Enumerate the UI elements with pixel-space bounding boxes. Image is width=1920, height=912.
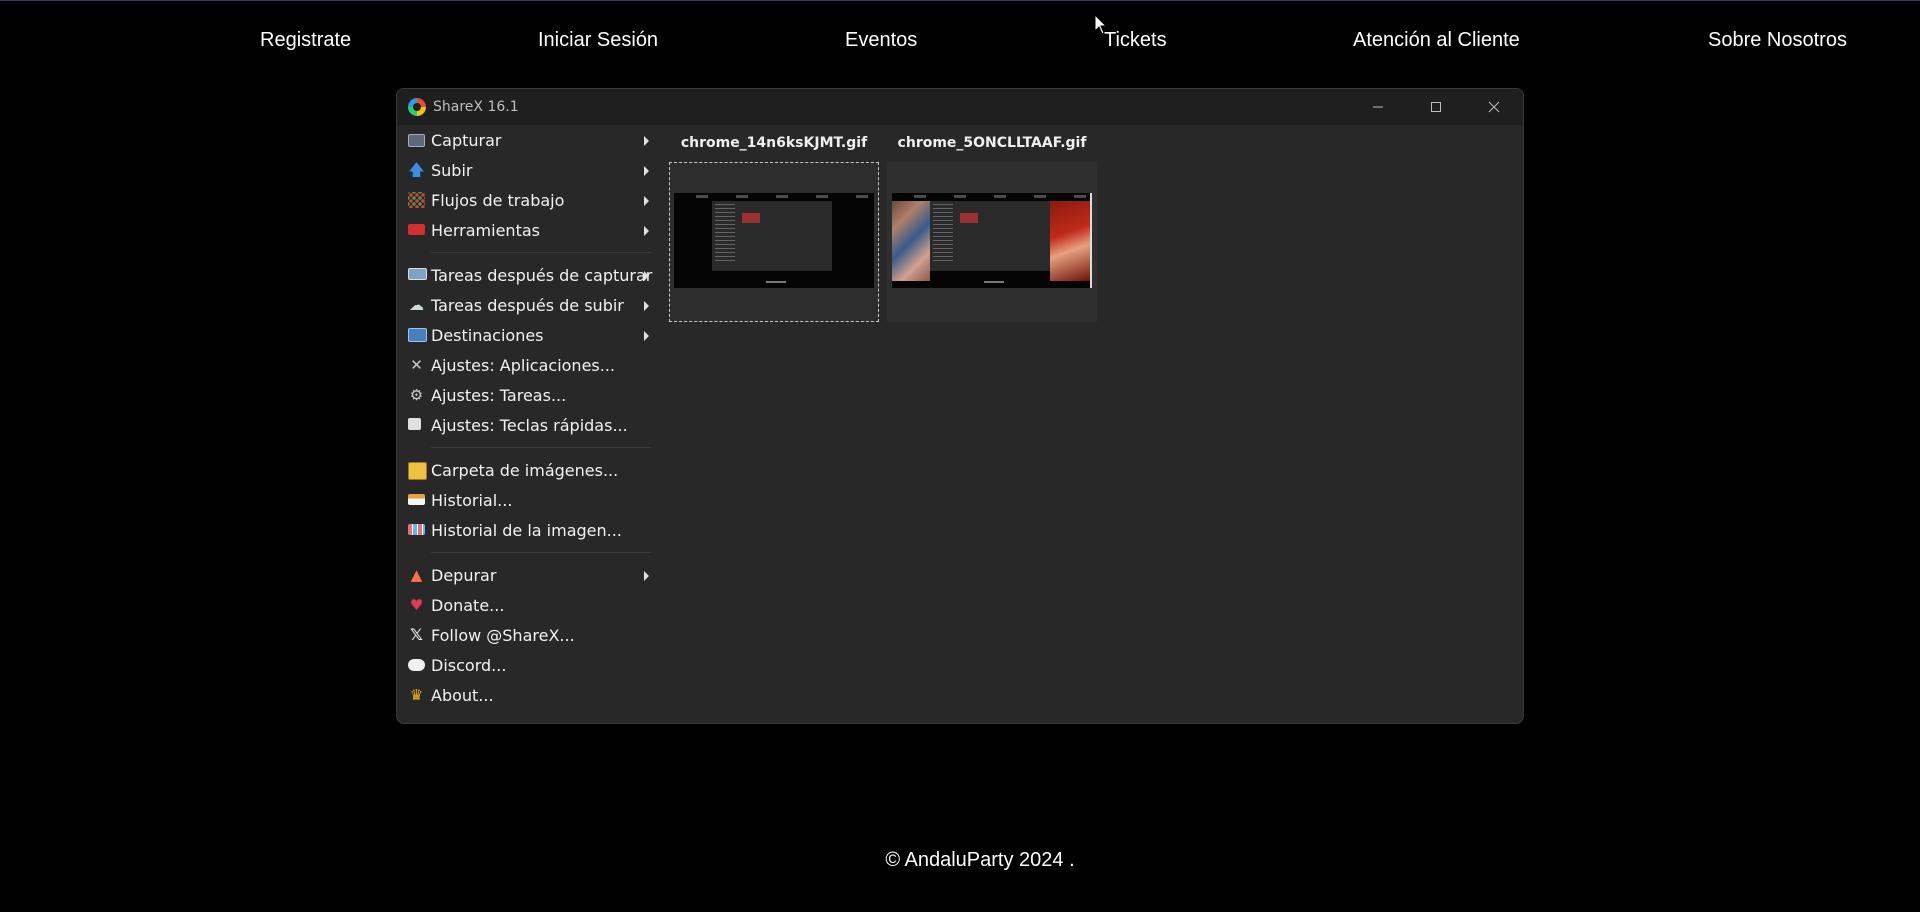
menu-label: Tareas después de subir (431, 296, 624, 315)
menu-item-follow[interactable]: 𝕏 Follow @ShareX... (397, 620, 659, 650)
maximize-button[interactable] (1407, 89, 1465, 125)
minimize-icon (1373, 106, 1383, 108)
menu-item-discord[interactable]: Discord... (397, 650, 659, 680)
image-history-icon (408, 524, 425, 535)
sharex-logo-icon (408, 98, 426, 116)
menu-item-subir[interactable]: 🡅 Subir (397, 155, 659, 185)
menu-item-ajustes-teclas[interactable]: Ajustes: Teclas rápidas... (397, 410, 659, 440)
submenu-arrow-icon (644, 301, 649, 311)
sharex-window: ShareX 16.1 Capturar 🡅 Subir Flujos de t… (396, 88, 1524, 724)
footer-copyright: © AndaluParty 2024 . (885, 849, 1075, 871)
after-capture-icon (408, 268, 427, 280)
destinations-icon (408, 328, 427, 342)
thumbnail-preview-image (892, 193, 1092, 288)
submenu-arrow-icon (644, 136, 649, 146)
menu-label: Historial... (431, 491, 513, 510)
menu-label: Carpeta de imágenes... (431, 461, 619, 480)
nav-link-eventos[interactable]: Eventos (845, 29, 917, 52)
menu-item-historial-imagen[interactable]: Historial de la imagen... (397, 515, 659, 545)
main-menu: Capturar 🡅 Subir Flujos de trabajo Herra… (397, 125, 659, 710)
menu-label: Depurar (431, 566, 497, 585)
menu-label: Ajustes: Tareas... (431, 386, 567, 405)
menu-label: Ajustes: Aplicaciones... (431, 356, 615, 375)
toolbox-icon (408, 224, 425, 235)
thumbnail-filename: chrome_5ONCLLTAAF.gif (897, 135, 1087, 151)
maximize-icon (1431, 102, 1441, 112)
menu-separator (397, 245, 659, 260)
menu-label: Flujos de trabajo (431, 191, 565, 210)
menu-item-capturar[interactable]: Capturar (397, 125, 659, 155)
thumbnail-frame[interactable] (669, 162, 879, 322)
menu-label: Follow @ShareX... (431, 626, 575, 645)
nav-link-atencion-cliente[interactable]: Atención al Cliente (1353, 29, 1520, 52)
submenu-arrow-icon (644, 226, 649, 236)
menu-label: Tareas después de capturar (431, 266, 653, 285)
workflows-grid-icon (408, 192, 425, 208)
menu-item-depurar[interactable]: ▲ Depurar (397, 560, 659, 590)
submenu-arrow-icon (644, 571, 649, 581)
nav-link-sobre-nosotros[interactable]: Sobre Nosotros (1708, 29, 1847, 52)
menu-item-about[interactable]: ♛ About... (397, 680, 659, 710)
submenu-arrow-icon (644, 271, 649, 281)
window-title: ShareX 16.1 (433, 99, 519, 115)
menu-separator (397, 545, 659, 560)
folder-icon (408, 462, 427, 480)
menu-label: Ajustes: Teclas rápidas... (431, 416, 628, 435)
thumbnail-frame[interactable] (887, 162, 1097, 322)
menu-item-ajustes-aplicaciones[interactable]: ✕ Ajustes: Aplicaciones... (397, 350, 659, 380)
crown-icon: ♛ (409, 685, 424, 704)
menu-item-carpeta-imagenes[interactable]: Carpeta de imágenes... (397, 455, 659, 485)
gear-icon: ⚙ (409, 385, 424, 404)
menu-item-historial[interactable]: Historial... (397, 485, 659, 515)
menu-separator (397, 440, 659, 455)
thumbnail-filename: chrome_14n6ksKJMT.gif (680, 135, 868, 151)
thumbnail-preview-image (674, 193, 874, 288)
menu-item-destinaciones[interactable]: Destinaciones (397, 320, 659, 350)
menu-label: Historial de la imagen... (431, 521, 622, 540)
nav-link-tickets[interactable]: Tickets (1104, 29, 1167, 52)
discord-icon (408, 659, 425, 671)
traffic-cone-icon: ▲ (410, 565, 423, 584)
wrench-icon: ✕ (410, 355, 423, 374)
menu-item-tareas-capturar[interactable]: Tareas después de capturar (397, 260, 659, 290)
capture-icon (408, 134, 425, 147)
nav-link-registrate[interactable]: Registrate (260, 29, 351, 52)
submenu-arrow-icon (644, 331, 649, 341)
window-titlebar[interactable]: ShareX 16.1 (397, 89, 1523, 125)
submenu-arrow-icon (644, 196, 649, 206)
close-button[interactable] (1465, 89, 1523, 125)
menu-label: Discord... (431, 656, 507, 675)
menu-item-ajustes-tareas[interactable]: ⚙ Ajustes: Tareas... (397, 380, 659, 410)
keyboard-icon (408, 418, 421, 430)
menu-label: Herramientas (431, 221, 540, 240)
menu-label: Donate... (431, 596, 505, 615)
menu-label: Capturar (431, 131, 502, 150)
minimize-button[interactable] (1349, 89, 1407, 125)
menu-item-herramientas[interactable]: Herramientas (397, 215, 659, 245)
menu-item-donate[interactable]: ♥ Donate... (397, 590, 659, 620)
history-icon (408, 494, 425, 505)
menu-item-tareas-subir[interactable]: ☁ Tareas después de subir (397, 290, 659, 320)
menu-item-flujos[interactable]: Flujos de trabajo (397, 185, 659, 215)
cloud-icon: ☁ (409, 295, 424, 314)
nav-link-iniciar-sesion[interactable]: Iniciar Sesión (538, 29, 658, 52)
heart-icon: ♥ (409, 595, 424, 614)
submenu-arrow-icon (644, 166, 649, 176)
top-navigation: Registrate Iniciar Sesión Eventos Ticket… (0, 0, 1920, 84)
menu-label: About... (431, 686, 494, 705)
close-icon (1488, 101, 1500, 113)
menu-label: Destinaciones (431, 326, 544, 345)
x-logo-icon: 𝕏 (410, 625, 423, 644)
menu-label: Subir (431, 161, 473, 180)
upload-arrow-icon: 🡅 (408, 160, 425, 179)
mouse-cursor-icon (1094, 14, 1108, 35)
